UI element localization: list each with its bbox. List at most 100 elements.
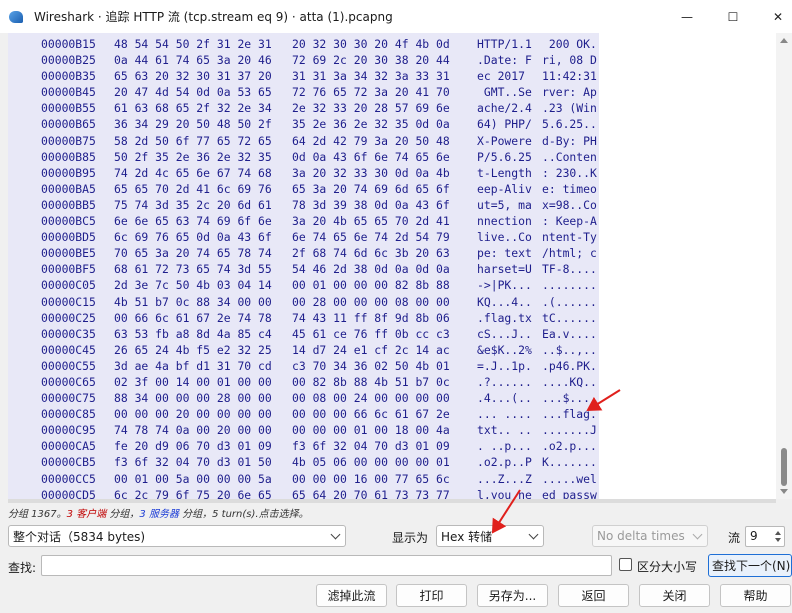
- show-as-select-value: Hex 转储: [441, 529, 493, 544]
- delta-times-select[interactable]: No delta times: [592, 525, 708, 547]
- stats-mid: 分组，: [106, 509, 140, 520]
- maximize-button[interactable]: ☐: [710, 0, 756, 33]
- ascii-left: HTTP/1.1: [477, 37, 532, 51]
- chevron-down-icon: [692, 529, 703, 540]
- ascii-right: .p46.PK.: [542, 358, 597, 373]
- find-input[interactable]: [41, 555, 612, 576]
- hex-bytes-left: 48 54 54 50 2f 31 2e 31: [114, 37, 272, 51]
- ascii-left: 64) PHP/: [477, 117, 532, 132]
- hex-bytes-left: 02 3f 00 14 00 01 00 00: [114, 374, 272, 389]
- minimize-button[interactable]: —: [664, 0, 710, 33]
- spin-up-icon[interactable]: [775, 531, 781, 535]
- hex-offset: 00000CB5: [41, 455, 96, 470]
- find-next-button[interactable]: 查找下一个(N): [708, 554, 792, 577]
- show-as-select[interactable]: Hex 转储: [436, 525, 544, 547]
- window-title: Wireshark · 追踪 HTTP 流 (tcp.stream eq 9) …: [34, 10, 393, 24]
- hex-bytes-right: 2e 32 33 20 28 57 69 6e: [292, 101, 450, 116]
- hex-offset: 00000C65: [41, 374, 96, 389]
- hex-bytes-right: 14 d7 24 e1 cf 2c 14 ac: [292, 342, 450, 357]
- hex-offset: 00000BE5: [41, 246, 96, 261]
- ascii-right: : 230..K: [542, 165, 597, 180]
- wireshark-fin-icon: [8, 9, 24, 25]
- ascii-right: Ea.v....: [542, 326, 597, 341]
- stream-number-value: 9: [750, 529, 758, 543]
- print-button[interactable]: 打印: [396, 584, 467, 607]
- ascii-left: X-Powere: [477, 133, 532, 148]
- stream-label: 流: [728, 531, 741, 545]
- ascii-right: ...$....: [542, 391, 597, 406]
- hex-bytes-left: 20 47 4d 54 0d 0a 53 65: [114, 85, 272, 100]
- horizontal-scrollbar[interactable]: [8, 499, 776, 503]
- close-window-button[interactable]: ✕: [755, 0, 792, 33]
- hex-bytes-right: 4b 05 06 00 00 00 00 01: [292, 455, 450, 470]
- scroll-down-icon[interactable]: [780, 489, 788, 494]
- hex-offset: 00000BA5: [41, 181, 96, 196]
- hex-bytes-right: 72 76 65 72 3a 20 41 70: [292, 85, 450, 100]
- hex-bytes-left: 36 34 29 20 50 48 50 2f: [114, 117, 272, 132]
- ascii-right: ntent-Ty: [542, 230, 597, 245]
- hex-bytes-left: 00 66 6c 61 67 2e 74 78: [114, 310, 272, 325]
- close-icon: ✕: [772, 9, 784, 24]
- ascii-right: ..Conten: [542, 149, 597, 164]
- case-sensitive-label: 区分大小写: [637, 560, 698, 574]
- ascii-right: .23 (Win: [542, 101, 597, 116]
- ascii-left: KQ...4..: [477, 294, 532, 309]
- hex-offset: 00000BB5: [41, 197, 96, 212]
- save-as-label: 另存为...: [488, 589, 537, 603]
- ascii-right: rver: Ap: [542, 85, 597, 100]
- show-as-label: 显示为: [392, 531, 429, 545]
- vertical-scrollbar[interactable]: [776, 33, 792, 499]
- stats-prefix: 分组 1367。: [8, 509, 67, 520]
- hex-offset: 00000C05: [41, 278, 96, 293]
- ascii-left: live..Co: [477, 230, 532, 245]
- stream-content-view[interactable]: 00000B15 48 54 54 50 2f 31 2e 31 20 32 30 …: [8, 33, 776, 499]
- scrollbar-thumb[interactable]: [781, 448, 787, 486]
- ascii-left: .Date: F: [477, 53, 532, 68]
- hex-bytes-right: 00 00 00 16 00 77 65 6c: [292, 471, 450, 486]
- ascii-right: .(......: [542, 294, 597, 309]
- conversation-select[interactable]: 整个对话（5834 bytes): [8, 525, 346, 547]
- server-label: 服务器: [148, 509, 179, 520]
- hex-bytes-right: c3 70 34 36 02 50 4b 01: [292, 358, 450, 373]
- ascii-left: nnection: [477, 214, 532, 229]
- hex-bytes-right: 65 3a 20 74 69 6d 65 6f: [292, 181, 450, 196]
- hex-bytes-left: fe 20 d9 06 70 d3 01 09: [114, 439, 272, 454]
- hex-offset: 00000C55: [41, 358, 96, 373]
- help-button[interactable]: 帮助: [720, 584, 791, 607]
- title-bar: Wireshark · 追踪 HTTP 流 (tcp.stream eq 9) …: [0, 0, 792, 33]
- hex-bytes-left: 26 65 24 4b f5 e2 32 25: [114, 342, 272, 357]
- ascii-left: ... ....: [477, 407, 532, 422]
- hex-bytes-right: 35 2e 36 2e 32 35 0d 0a: [292, 117, 450, 132]
- hex-bytes-right: 00 00 00 66 6c 61 67 2e: [292, 407, 450, 422]
- hex-offset: 00000C75: [41, 391, 96, 406]
- hex-bytes-left: 88 34 00 00 00 28 00 00: [114, 391, 272, 406]
- scroll-up-icon[interactable]: [780, 38, 788, 43]
- ascii-right: d-By: PH: [542, 133, 597, 148]
- ascii-left: .?......: [477, 374, 532, 389]
- hex-bytes-left: 74 78 74 0a 00 20 00 00: [114, 423, 272, 438]
- hex-offset: 00000CD5: [41, 487, 96, 499]
- ascii-right: ........: [542, 278, 597, 293]
- ascii-right: .o2.p...: [542, 439, 597, 454]
- hex-bytes-right: 00 01 00 00 00 82 8b 88: [292, 278, 450, 293]
- save-as-button[interactable]: 另存为...: [477, 584, 548, 607]
- filter-out-stream-button[interactable]: 滤掉此流: [316, 584, 387, 607]
- ascii-right: e: timeo: [542, 181, 597, 196]
- case-sensitive-checkbox[interactable]: [619, 558, 632, 571]
- hex-offset: 00000BF5: [41, 262, 96, 277]
- ascii-left: ut=5, ma: [477, 197, 532, 212]
- close-button[interactable]: 关闭: [639, 584, 710, 607]
- hex-bytes-right: 65 64 20 70 61 73 73 77: [292, 487, 450, 499]
- hex-bytes-left: 4b 51 b7 0c 88 34 00 00: [114, 294, 272, 309]
- ascii-left: =.J..1p.: [477, 358, 532, 373]
- ascii-right: 200 OK.: [542, 37, 597, 51]
- back-button[interactable]: 返回: [558, 584, 629, 607]
- hex-bytes-right: 64 2d 42 79 3a 20 50 48: [292, 133, 450, 148]
- hex-bytes-right: 78 3d 39 38 0d 0a 43 6f: [292, 197, 450, 212]
- close-label: 关闭: [662, 589, 687, 603]
- hex-offset: 00000B75: [41, 133, 96, 148]
- spin-down-icon[interactable]: [775, 538, 781, 542]
- stream-number-spinbox[interactable]: 9: [745, 526, 785, 547]
- hex-bytes-right: 2f 68 74 6d 6c 3b 20 63: [292, 246, 450, 261]
- hex-bytes-left: 2d 3e 7c 50 4b 03 04 14: [114, 278, 272, 293]
